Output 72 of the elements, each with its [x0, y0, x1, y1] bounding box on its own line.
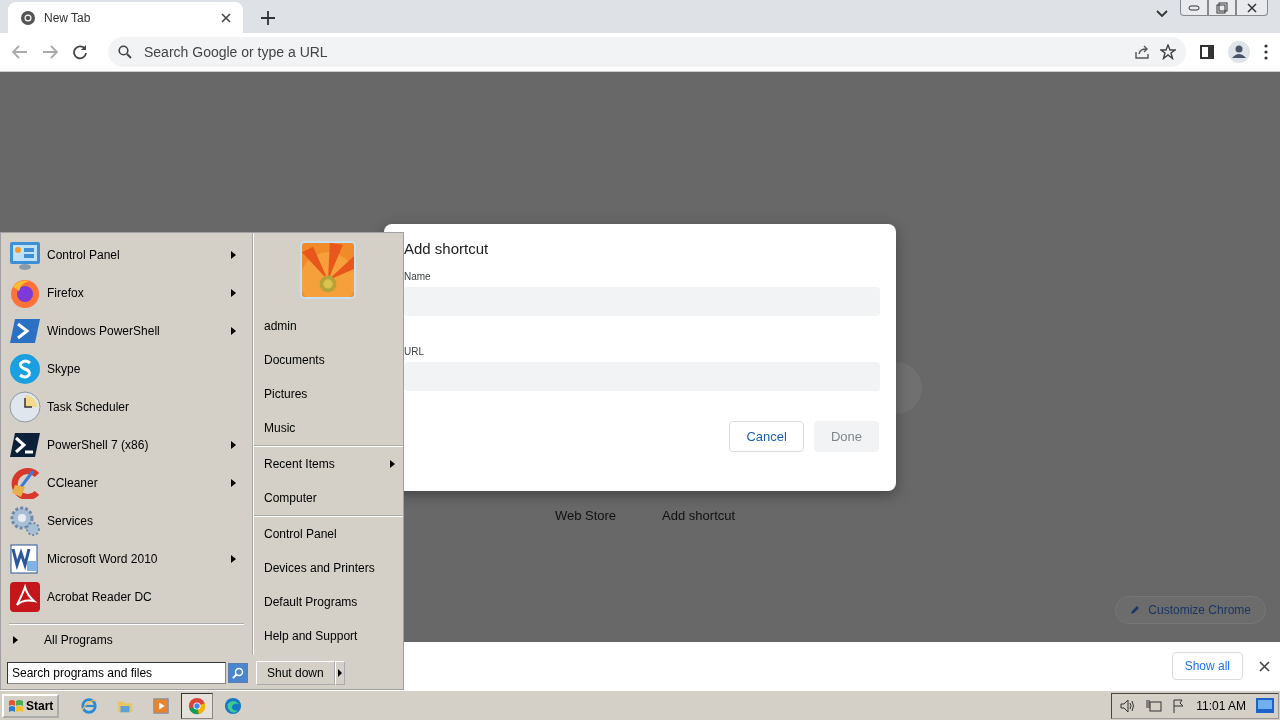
- chat-icon: [9, 353, 41, 385]
- broom-icon: [9, 467, 41, 499]
- windows-flag-icon: [8, 698, 24, 713]
- control-panel-icon: [9, 239, 41, 271]
- dialog-title: Add shortcut: [404, 240, 490, 257]
- pencil-icon: [1130, 605, 1141, 615]
- gears-icon: [9, 505, 41, 537]
- program-item[interactable]: PowerShell 7 (x86): [9, 426, 244, 464]
- menu-place-item[interactable]: Music: [254, 411, 403, 445]
- program-item[interactable]: Firefox: [9, 274, 244, 312]
- restore-button[interactable]: [1208, 0, 1236, 16]
- menu-icon[interactable]: [1264, 44, 1268, 60]
- program-item[interactable]: CCleaner: [9, 464, 244, 502]
- program-item[interactable]: Windows PowerShell: [9, 312, 244, 350]
- speaker-icon[interactable]: [1120, 698, 1137, 713]
- taskbar-button[interactable]: [181, 692, 214, 719]
- field-label: URL: [404, 346, 425, 357]
- shut-down-button[interactable]: Shut down: [256, 661, 335, 685]
- address-bar[interactable]: Search Google or type a URL: [108, 37, 1186, 67]
- reload-icon[interactable]: [72, 44, 88, 60]
- shut-down-options-button[interactable]: [334, 661, 345, 685]
- menu-place-item[interactable]: Default Programs: [254, 585, 403, 619]
- chevron-down-icon[interactable]: [1156, 10, 1168, 18]
- close-icon[interactable]: [1259, 660, 1270, 672]
- document-icon: [9, 543, 41, 575]
- menu-place-item[interactable]: Documents: [254, 343, 403, 377]
- new-tab-icon[interactable]: [261, 11, 275, 25]
- clock-icon: [9, 391, 41, 423]
- browser-tab[interactable]: New Tab: [8, 2, 243, 33]
- side-panel-icon[interactable]: [1200, 45, 1214, 59]
- chrome-icon: [20, 9, 36, 26]
- menu-place-item[interactable]: Devices and Printers: [254, 551, 403, 585]
- restore-icon: [1216, 1, 1228, 14]
- search-icon: [118, 45, 132, 59]
- start-button[interactable]: Start: [2, 693, 60, 718]
- menu-place-item[interactable]: Help and Support: [254, 619, 403, 653]
- pdf-icon: [9, 581, 41, 613]
- search-button[interactable]: [228, 663, 248, 683]
- close-icon: [1246, 2, 1258, 13]
- minimize-button[interactable]: [1180, 0, 1208, 16]
- close-icon[interactable]: [221, 12, 231, 23]
- fox-globe-icon: [9, 277, 41, 309]
- clock[interactable]: 11:01 AM: [1196, 698, 1246, 713]
- desktop-icon[interactable]: [1256, 698, 1274, 713]
- star-icon[interactable]: [1160, 44, 1176, 60]
- dialog-button[interactable]: Cancel: [729, 421, 804, 452]
- program-item[interactable]: Services: [9, 502, 244, 540]
- menu-place-item[interactable]: Computer: [254, 481, 403, 515]
- caret-icon: [337, 669, 342, 677]
- input-field[interactable]: [404, 362, 880, 391]
- menu-place-item[interactable]: admin: [254, 309, 403, 343]
- menu-place-item[interactable]: Control Panel: [254, 517, 403, 551]
- search-field[interactable]: Search programs and files: [7, 662, 226, 684]
- minimize-icon: [1188, 4, 1200, 11]
- program-item[interactable]: Control Panel: [9, 236, 244, 274]
- input-field[interactable]: [404, 287, 880, 316]
- wave-swirl-icon[interactable]: [224, 696, 243, 715]
- field-label: Name: [404, 271, 432, 282]
- program-item[interactable]: Microsoft Word 2010: [9, 540, 244, 578]
- close-button[interactable]: [1236, 0, 1268, 16]
- show-all-button[interactable]: Show all: [1171, 652, 1243, 680]
- program-item[interactable]: Acrobat Reader DC: [9, 578, 244, 616]
- play-icon[interactable]: [152, 696, 171, 715]
- network-icon[interactable]: [1146, 698, 1163, 713]
- menu-place-item[interactable]: Pictures: [254, 377, 403, 411]
- share-icon[interactable]: [1134, 44, 1150, 60]
- program-item[interactable]: Task Scheduler: [9, 388, 244, 426]
- all-programs-item[interactable]: All Programs: [9, 623, 244, 655]
- profile-icon[interactable]: [1228, 41, 1250, 63]
- menu-place-item[interactable]: Recent Items: [254, 447, 403, 481]
- submenu-arrow-icon: [13, 636, 18, 644]
- program-item[interactable]: Skype: [9, 350, 244, 388]
